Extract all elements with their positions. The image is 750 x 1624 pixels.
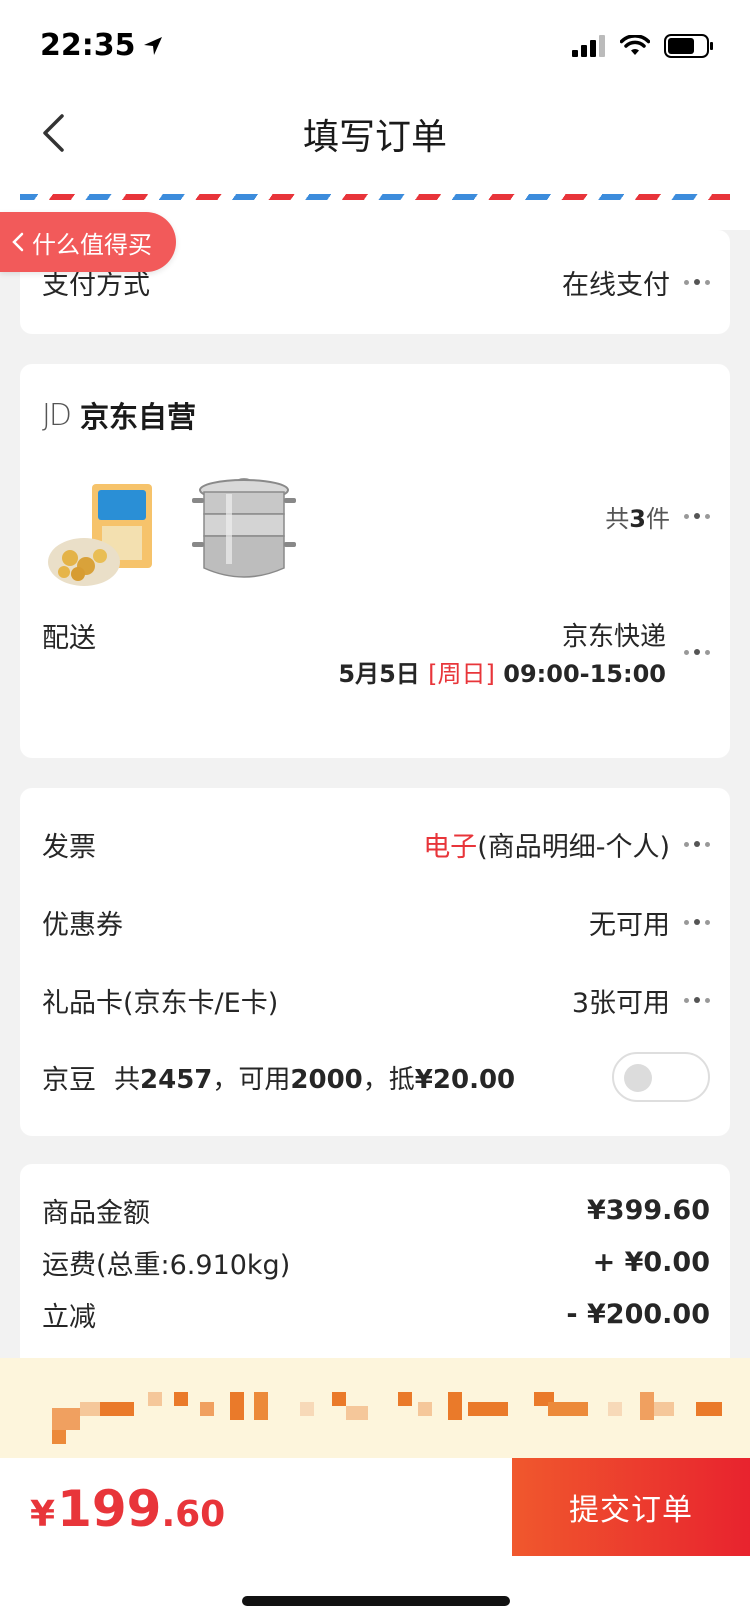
shipping-label: 运费(总重:6.910kg) xyxy=(42,1249,291,1281)
product-thumbnail-steamer-pot[interactable] xyxy=(186,468,304,586)
jingdou-total: 2457 xyxy=(140,1064,213,1095)
location-arrow-icon xyxy=(143,36,162,55)
options-card: 发票 电子(商品明细-个人) 优惠券 无可用 礼品卡(京东卡/E卡) 3张可用 … xyxy=(20,788,730,1136)
item-count-number: 3 xyxy=(629,504,646,533)
more-dots-icon xyxy=(684,990,710,1010)
jingdou-label: 京豆 xyxy=(42,1064,96,1096)
goods-amount-label: 商品金额 xyxy=(42,1197,150,1229)
coupon-value: 无可用 xyxy=(589,909,670,941)
status-icons xyxy=(572,34,714,58)
jingdou-toggle[interactable] xyxy=(612,1052,710,1102)
back-to-app-pill[interactable]: 什么值得买 xyxy=(0,212,176,272)
delivery-label: 配送 xyxy=(42,623,96,654)
promo-banner-pixelated[interactable] xyxy=(0,1358,750,1458)
delivery-weekday: [周日] xyxy=(428,660,495,688)
more-dots-icon xyxy=(684,834,710,854)
submit-order-button[interactable]: 提交订单 xyxy=(512,1458,750,1556)
jingdou-row: 京豆 共2457，可用2000，抵¥20.00 xyxy=(42,1050,710,1104)
item-count-suffix: 件 xyxy=(646,504,670,533)
discount-row: 立减 - ¥200.00 xyxy=(42,1294,710,1334)
jingdou-detail: 共2457，可用2000，抵¥20.00 xyxy=(114,1059,515,1096)
delivery-date: 5月5日 xyxy=(338,660,420,688)
status-time: 22:35 xyxy=(40,28,164,63)
jingdou-available: 2000 xyxy=(290,1064,363,1095)
more-dots-icon xyxy=(684,272,710,292)
clock-text: 22:35 xyxy=(40,28,136,63)
product-thumbnail-food-bags[interactable] xyxy=(42,474,160,592)
gift-card-row[interactable]: 礼品卡(京东卡/E卡) 3张可用 xyxy=(42,978,710,1022)
checkout-bar: ¥ 199 .60 提交订单 xyxy=(0,1458,750,1624)
more-dots-icon xyxy=(684,506,710,526)
item-count-prefix: 共 xyxy=(605,504,630,533)
price-summary-card: 商品金额 ¥399.60 运费(总重:6.910kg) + ¥0.00 立减 -… xyxy=(20,1164,730,1384)
more-dots-icon xyxy=(684,912,710,932)
shop-header: JD 京东自营 xyxy=(42,394,196,436)
page-title: 填写订单 xyxy=(302,117,447,158)
jingdou-deduct: ¥20.00 xyxy=(414,1064,516,1095)
coupon-row[interactable]: 优惠券 无可用 xyxy=(42,900,710,944)
delivery-time: 5月5日 [周日] 09:00-15:00 xyxy=(338,654,666,689)
invoice-detail: (商品明细-个人) xyxy=(477,831,670,863)
airmail-stripe xyxy=(20,194,730,200)
invoice-row[interactable]: 发票 电子(商品明细-个人) xyxy=(42,822,710,866)
item-count-row[interactable]: 共3件 xyxy=(605,496,710,536)
total-currency: ¥ xyxy=(30,1494,56,1535)
battery-icon xyxy=(664,34,713,58)
toggle-knob xyxy=(624,1064,652,1092)
invoice-type: 电子 xyxy=(423,831,478,863)
order-total: ¥ 199 .60 xyxy=(30,1480,225,1538)
coupon-label: 优惠券 xyxy=(42,909,123,941)
cellular-signal-icon xyxy=(572,35,605,57)
jingdou-deduct-prefix: ，抵 xyxy=(362,1064,415,1095)
jingdou-total-prefix: 共 xyxy=(114,1064,141,1095)
gift-card-value: 3张可用 xyxy=(571,987,670,1019)
home-indicator xyxy=(242,1596,510,1606)
more-dots-icon xyxy=(684,642,710,662)
jd-logo: JD xyxy=(42,397,72,433)
invoice-label: 发票 xyxy=(42,831,96,863)
total-decimal: .60 xyxy=(161,1494,226,1535)
invoice-value: 电子(商品明细-个人) xyxy=(423,825,670,864)
shipping-row: 运费(总重:6.910kg) + ¥0.00 xyxy=(42,1242,710,1282)
goods-amount-value: ¥399.60 xyxy=(587,1194,710,1226)
item-count: 共3件 xyxy=(605,499,670,534)
payment-value: 在线支付 xyxy=(562,269,670,301)
pill-label: 什么值得买 xyxy=(32,230,152,259)
discount-label: 立减 xyxy=(42,1301,96,1333)
chevron-left-icon xyxy=(12,232,24,252)
shop-name: 京东自营 xyxy=(79,400,196,434)
shipping-value: + ¥0.00 xyxy=(592,1246,710,1278)
status-bar: 22:35 xyxy=(0,0,750,88)
navigation-bar: 填写订单 xyxy=(0,88,750,178)
delivery-hours: 09:00-15:00 xyxy=(503,660,666,688)
jingdou-available-prefix: ，可用 xyxy=(212,1064,291,1095)
discount-value: - ¥200.00 xyxy=(566,1298,710,1330)
shop-card: JD 京东自营 共3件 配送 京东快递 5月5日 [周日] 09:00-15:0… xyxy=(20,364,730,758)
goods-amount-row: 商品金额 ¥399.60 xyxy=(42,1190,710,1230)
gift-card-label: 礼品卡(京东卡/E卡) xyxy=(42,987,279,1019)
delivery-carrier: 京东快递 xyxy=(561,622,666,652)
wifi-icon xyxy=(620,35,650,55)
delivery-row[interactable]: 配送 京东快递 5月5日 [周日] 09:00-15:00 xyxy=(42,612,710,692)
total-integer: 199 xyxy=(57,1480,162,1538)
